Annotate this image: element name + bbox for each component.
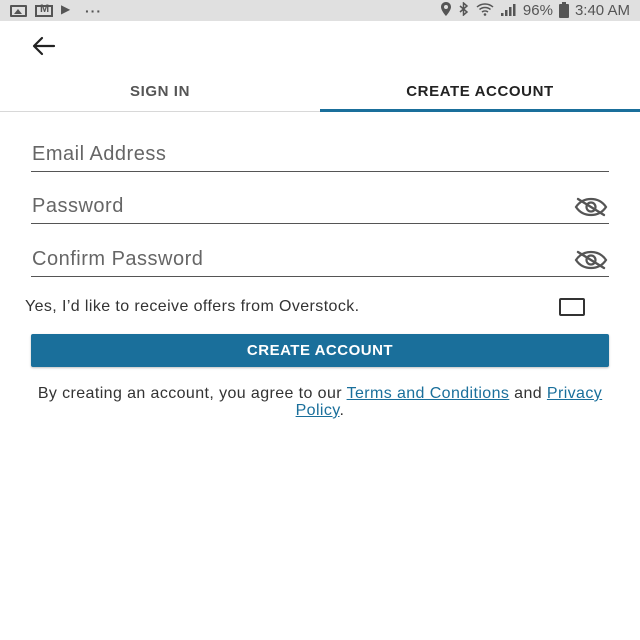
offers-label: Yes, I’d like to receive offers from Ove…: [25, 298, 360, 315]
arrow-left-icon: [32, 36, 56, 56]
tab-create-account[interactable]: CREATE ACCOUNT: [320, 72, 640, 112]
create-account-button[interactable]: CREATE ACCOUNT: [31, 334, 609, 367]
tab-sign-in[interactable]: SIGN IN: [0, 72, 320, 111]
back-button[interactable]: [28, 32, 60, 60]
flag-icon: [61, 2, 77, 17]
status-bar: ··· 96% 3:40 AM: [0, 0, 640, 21]
auth-tabs: SIGN IN CREATE ACCOUNT: [0, 72, 640, 112]
confirm-password-visibility-toggle[interactable]: [573, 248, 609, 272]
offers-checkbox[interactable]: [559, 298, 585, 316]
password-field-container: [31, 190, 609, 224]
offers-opt-in-row: Yes, I’d like to receive offers from Ove…: [25, 294, 585, 320]
eye-off-icon: [574, 197, 608, 216]
confirm-password-field[interactable]: [31, 248, 573, 271]
signal-icon: [500, 3, 517, 19]
create-account-screen: ··· 96% 3:40 AM SIGN IN CREAT: [0, 0, 640, 640]
legal-suffix: .: [339, 402, 345, 419]
email-field[interactable]: [31, 143, 609, 166]
confirm-password-field-container: [31, 243, 609, 277]
image-icon: [10, 4, 27, 17]
bluetooth-icon: [459, 1, 469, 19]
eye-off-icon: [574, 250, 608, 269]
status-bar-left: ···: [10, 2, 110, 19]
battery-icon: [558, 1, 569, 18]
legal-notice: By creating an account, you agree to our…: [30, 385, 610, 419]
location-icon: [440, 2, 452, 19]
more-icon: ···: [85, 2, 102, 19]
legal-prefix: By creating an account, you agree to our: [37, 385, 347, 402]
clock: 3:40 AM: [574, 2, 630, 19]
password-visibility-toggle[interactable]: [573, 195, 609, 219]
terms-link[interactable]: Terms and Conditions: [347, 385, 510, 402]
mail-icon: [35, 3, 53, 17]
legal-middle: and: [509, 385, 547, 402]
email-field-container: [31, 138, 609, 172]
password-field[interactable]: [31, 195, 573, 218]
status-bar-right: 96% 3:40 AM: [433, 1, 630, 19]
battery-percent: 96%: [522, 2, 553, 19]
wifi-icon: [476, 2, 494, 19]
